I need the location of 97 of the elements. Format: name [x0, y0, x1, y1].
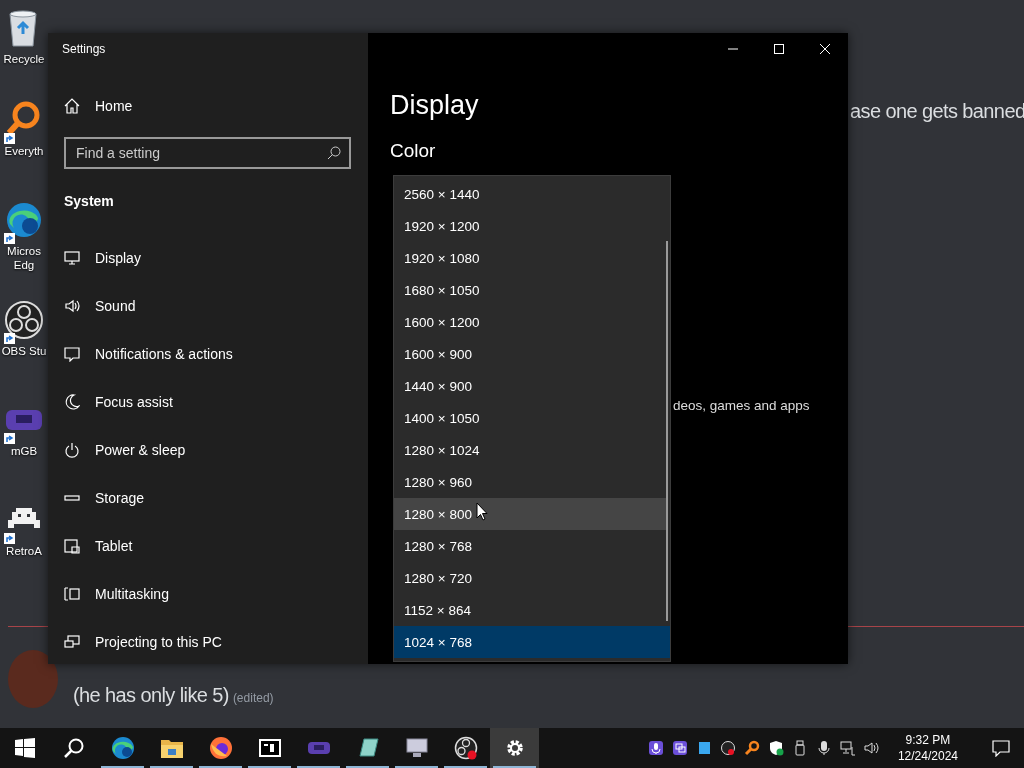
running-indicator — [444, 766, 487, 768]
browser-icon — [4, 200, 44, 240]
resolution-option[interactable]: 1920 × 1080 — [394, 242, 667, 274]
resolution-option[interactable]: 1152 × 864 — [394, 594, 667, 626]
moon-icon — [64, 394, 80, 410]
nav-item[interactable]: Display — [48, 234, 368, 282]
tablet-icon — [64, 538, 80, 554]
maximize-icon — [774, 44, 784, 54]
nav-item[interactable]: Focus assist — [48, 378, 368, 426]
tray-button[interactable] — [839, 740, 856, 756]
gear-icon — [504, 738, 525, 758]
tray-button[interactable] — [743, 740, 760, 756]
taskbar-button[interactable] — [490, 728, 539, 768]
microphone-icon — [815, 740, 832, 756]
network-icon — [839, 740, 856, 756]
section-heading: Color — [390, 140, 437, 162]
desktop-icon-label[interactable]: Everyth — [4, 144, 44, 158]
message-fragment: ase one gets banned — [850, 100, 1024, 123]
tray-button[interactable] — [647, 740, 664, 756]
home-icon — [64, 98, 80, 114]
setting-description: deos, games and apps — [673, 398, 810, 413]
speech-bubble-icon — [992, 739, 1010, 757]
resolution-option[interactable]: 1920 × 1200 — [394, 210, 667, 242]
resolution-option[interactable]: 1280 × 960 — [394, 466, 667, 498]
tray-button[interactable] — [767, 740, 784, 756]
shortcut-arrow-icon — [4, 133, 15, 144]
running-indicator — [493, 766, 536, 768]
running-indicator — [346, 766, 389, 768]
desktop-icon-label[interactable]: mGB — [10, 444, 38, 458]
speaker-icon — [64, 298, 80, 314]
resolution-option[interactable]: 2560 × 1440 — [394, 178, 667, 210]
resolution-option[interactable]: 1280 × 720 — [394, 562, 667, 594]
scrollbar[interactable] — [666, 241, 668, 621]
desktop-icon-label[interactable]: OBS Stu — [1, 344, 47, 358]
running-indicator — [199, 766, 242, 768]
nav-item[interactable]: Power & sleep — [48, 426, 368, 474]
resolution-option[interactable]: 1280 × 800 — [394, 498, 667, 530]
shortcut-arrow-icon — [4, 233, 15, 244]
shortcut-arrow-icon — [4, 533, 15, 544]
nav-item[interactable]: Projecting to this PC — [48, 618, 368, 666]
home-nav-item[interactable]: Home — [48, 82, 368, 130]
recorder-icon — [453, 736, 478, 760]
search-icon — [63, 738, 84, 758]
clock[interactable]: 9:32 PM 12/24/2024 — [893, 732, 962, 764]
running-indicator — [395, 766, 438, 768]
fox-globe-icon — [208, 736, 233, 760]
mouse-pointer-icon — [476, 502, 488, 521]
search-icon — [327, 146, 341, 160]
resolution-option[interactable]: 1680 × 1050 — [394, 274, 667, 306]
nav-item[interactable]: Multitasking — [48, 570, 368, 618]
recorder-icon — [4, 300, 44, 340]
computer-icon — [404, 736, 429, 760]
magnifier-icon — [743, 740, 760, 756]
windows-logo-icon — [14, 738, 35, 758]
resolution-option[interactable]: 1440 × 900 — [394, 370, 667, 402]
tray-button[interactable] — [815, 740, 832, 756]
browser-icon — [110, 736, 135, 760]
resolution-option[interactable]: 1280 × 1024 — [394, 434, 667, 466]
shortcut-arrow-icon — [4, 433, 15, 444]
projecting-icon — [64, 634, 80, 650]
windows-stack-icon — [671, 740, 688, 756]
power-icon — [64, 442, 80, 458]
desktop-icon-label[interactable]: RetroA — [6, 544, 42, 558]
resolution-option[interactable]: 1600 × 900 — [394, 338, 667, 370]
microphone-icon — [647, 740, 664, 756]
nav-item[interactable]: Storage — [48, 474, 368, 522]
multitasking-icon — [64, 586, 80, 602]
shield-icon — [767, 740, 784, 756]
monitor-icon — [64, 250, 80, 266]
resolution-option[interactable]: 1024 × 768 — [394, 626, 670, 658]
edited-label: (edited) — [232, 691, 274, 705]
desktop-icon-label[interactable]: Recycle — [3, 52, 45, 66]
running-indicator — [150, 766, 193, 768]
search-field[interactable]: Find a setting — [64, 137, 351, 169]
running-indicator — [297, 766, 340, 768]
running-indicator — [248, 766, 291, 768]
page-heading: Display — [390, 90, 480, 120]
shortcut-arrow-icon — [4, 333, 15, 344]
resolution-option[interactable]: 1400 × 1050 — [394, 402, 667, 434]
tray-button[interactable] — [671, 740, 688, 756]
chat-message: (he has only like 5) — [73, 684, 229, 706]
window-title: Settings — [62, 42, 107, 56]
nav-item[interactable]: Sound — [48, 282, 368, 330]
tray-button[interactable] — [863, 740, 880, 756]
tray-button[interactable] — [719, 740, 736, 756]
speaker-icon — [863, 740, 880, 756]
resolution-option[interactable]: 1280 × 768 — [394, 530, 667, 562]
desktop-icon-label[interactable]: Micros Edg — [7, 244, 41, 272]
speech-bubble-icon — [64, 346, 80, 362]
recorder-icon — [719, 740, 736, 756]
archive-icon — [257, 736, 282, 760]
nav-item[interactable]: Tablet — [48, 522, 368, 570]
resolution-option[interactable]: 1600 × 1200 — [394, 306, 667, 338]
running-indicator — [101, 766, 144, 768]
section-heading: System — [63, 192, 115, 211]
close-icon — [820, 44, 830, 54]
nav-item[interactable]: Notifications & actions — [48, 330, 368, 378]
